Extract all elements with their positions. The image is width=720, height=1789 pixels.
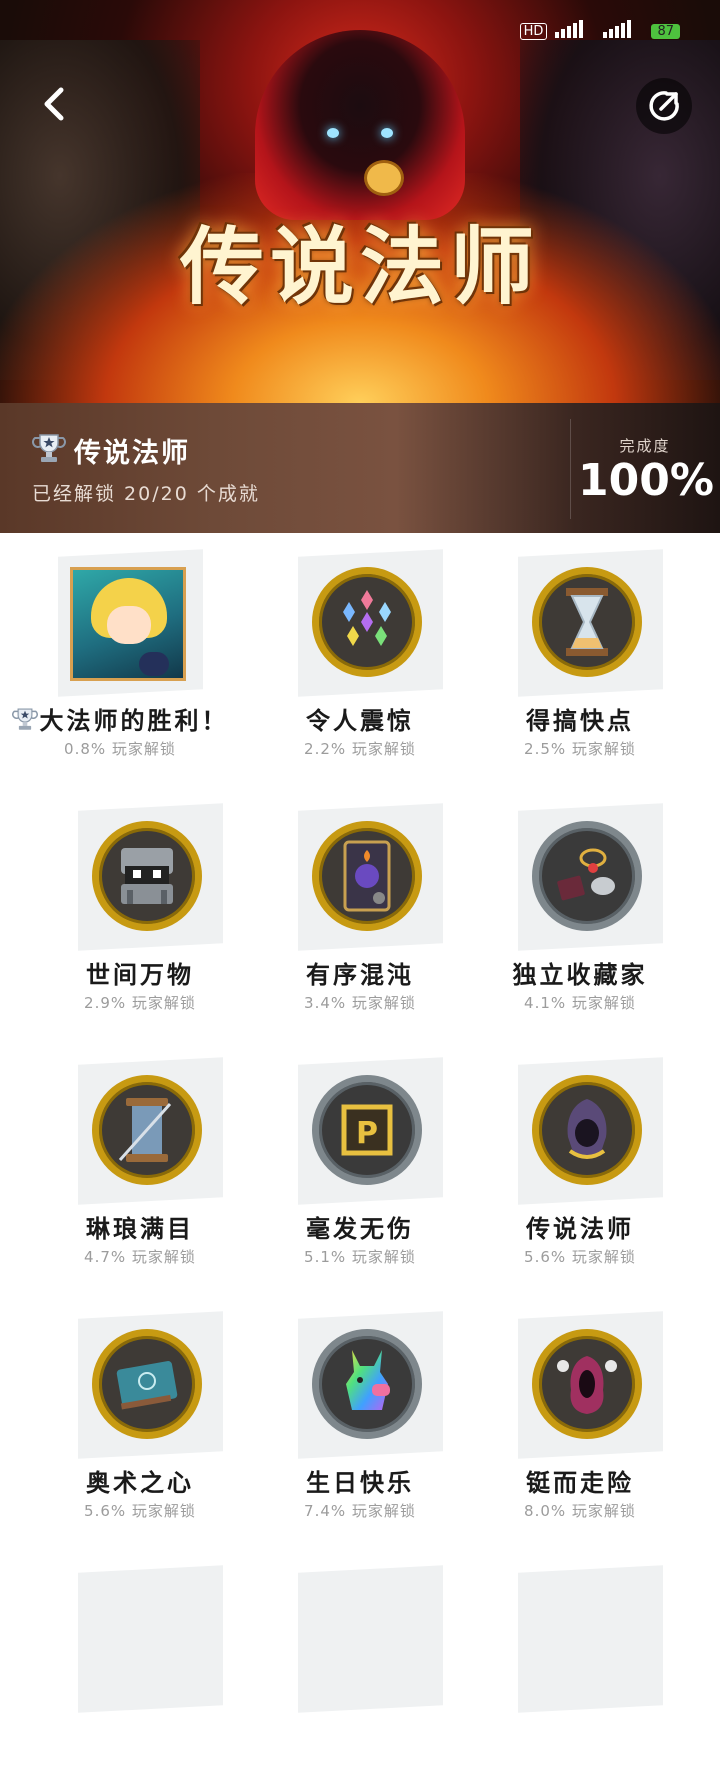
arcana-card-icon [312, 821, 422, 931]
achievement-card[interactable]: 琳琅满目 4.7% 玩家解锁 [30, 1041, 250, 1281]
wizard-portrait-icon [70, 567, 186, 681]
achievement-title-text: 大法师的胜利！ [39, 706, 229, 735]
hero-game-title: 传说法师 [179, 217, 540, 316]
achievement-card[interactable]: 铤而走险 8.0% 玩家解锁 [470, 1295, 690, 1535]
achievement-unlock-rate: 0.8% 玩家解锁 [64, 740, 176, 758]
completion-label: 完成度 [619, 437, 671, 455]
achievement-tile [78, 1565, 223, 1713]
achievement-title: 毫发无伤 [306, 1214, 414, 1243]
achievement-unlock-rate: 4.1% 玩家解锁 [524, 994, 636, 1012]
hooded-wizard-icon [532, 1075, 642, 1185]
relics-icon [532, 821, 642, 931]
achievement-unlock-rate: 4.7% 玩家解锁 [84, 1248, 196, 1266]
share-button[interactable] [636, 78, 692, 134]
divider [570, 419, 571, 519]
achievement-unlock-rate: 7.4% 玩家解锁 [304, 1502, 416, 1520]
hourglass-icon [532, 567, 642, 677]
achievement-title: 有序混沌 [306, 960, 414, 989]
status-bar: HD 87 [0, 0, 720, 64]
achievement-title: 令人震惊 [306, 706, 414, 735]
achievement-card[interactable]: 得搞快点 2.5% 玩家解锁 [470, 533, 690, 773]
achievement-title: 琳琅满目 [86, 1214, 194, 1243]
achievement-tile [298, 1565, 443, 1713]
achievement-title: 得搞快点 [526, 706, 634, 735]
achievement-card[interactable]: 奥术之心 5.6% 玩家解锁 [30, 1295, 250, 1535]
achievement-unlock-rate: 2.5% 玩家解锁 [524, 740, 636, 758]
achievement-card[interactable]: 生日快乐 7.4% 玩家解锁 [250, 1295, 470, 1535]
p-block-icon: P [312, 1075, 422, 1185]
svg-text:P: P [356, 1116, 378, 1151]
achievement-card[interactable] [250, 1549, 470, 1789]
achievement-unlock-rate: 5.1% 玩家解锁 [304, 1248, 416, 1266]
achievement-title: 奥术之心 [86, 1468, 194, 1497]
hd-indicator: HD [519, 22, 548, 40]
achievement-card[interactable]: 大法师的胜利！ 0.8% 玩家解锁 [10, 533, 230, 773]
achievement-card[interactable]: 传说法师 5.6% 玩家解锁 [470, 1041, 690, 1281]
achievement-card[interactable] [470, 1549, 690, 1789]
wizard-eye [327, 128, 339, 138]
achievement-title: 独立收藏家 [512, 960, 648, 989]
spool-icon [92, 1075, 202, 1185]
achievement-summary: 传说法师 已经解锁 20/20 个成就 完成度 100% [0, 403, 720, 533]
chest-mimic-icon [92, 821, 202, 931]
achievement-card[interactable]: 世间万物 2.9% 玩家解锁 [30, 787, 250, 1027]
achievement-card[interactable]: 有序混沌 3.4% 玩家解锁 [250, 787, 470, 1027]
share-icon [649, 91, 679, 121]
achievement-unlock-rate: 8.0% 玩家解锁 [524, 1502, 636, 1520]
wizard-amulet [364, 160, 404, 196]
achievement-unlock-rate: 2.9% 玩家解锁 [84, 994, 196, 1012]
chevron-left-icon [44, 87, 64, 121]
achievement-unlock-rate: 5.6% 玩家解锁 [84, 1502, 196, 1520]
unlocked-count: 已经解锁 20/20 个成就 [32, 483, 260, 505]
achievement-card[interactable]: 令人震惊 2.2% 玩家解锁 [250, 533, 470, 773]
achievement-card[interactable] [30, 1549, 250, 1789]
shadow-figure-icon [532, 1329, 642, 1439]
achievement-tile [518, 1565, 663, 1713]
signal-icon-2 [603, 20, 643, 42]
achievement-title: 大法师的胜利！ [10, 701, 230, 736]
trophy-icon [32, 434, 66, 462]
crystals-icon [312, 567, 422, 677]
game-name: 传说法师 [74, 438, 190, 469]
achievement-title: 传说法师 [526, 1214, 634, 1243]
achievement-unlock-rate: 3.4% 玩家解锁 [304, 994, 416, 1012]
signal-icon [555, 20, 595, 42]
trophy-icon [11, 708, 38, 730]
wizard-eye [381, 128, 393, 138]
back-button[interactable] [28, 78, 80, 130]
achievement-title: 生日快乐 [306, 1468, 414, 1497]
completion-value: 100% [578, 455, 714, 506]
achievement-card[interactable]: 独立收藏家 4.1% 玩家解锁 [470, 787, 690, 1027]
spellbook-icon [92, 1329, 202, 1439]
achievement-unlock-rate: 2.2% 玩家解锁 [304, 740, 416, 758]
achievement-title: 铤而走险 [526, 1468, 634, 1497]
rainbow-llama-icon [312, 1329, 422, 1439]
achievement-title: 世间万物 [86, 960, 194, 989]
achievement-card[interactable]: P 毫发无伤 5.1% 玩家解锁 [250, 1041, 470, 1281]
achievement-unlock-rate: 5.6% 玩家解锁 [524, 1248, 636, 1266]
battery-indicator: 87 [651, 23, 680, 39]
